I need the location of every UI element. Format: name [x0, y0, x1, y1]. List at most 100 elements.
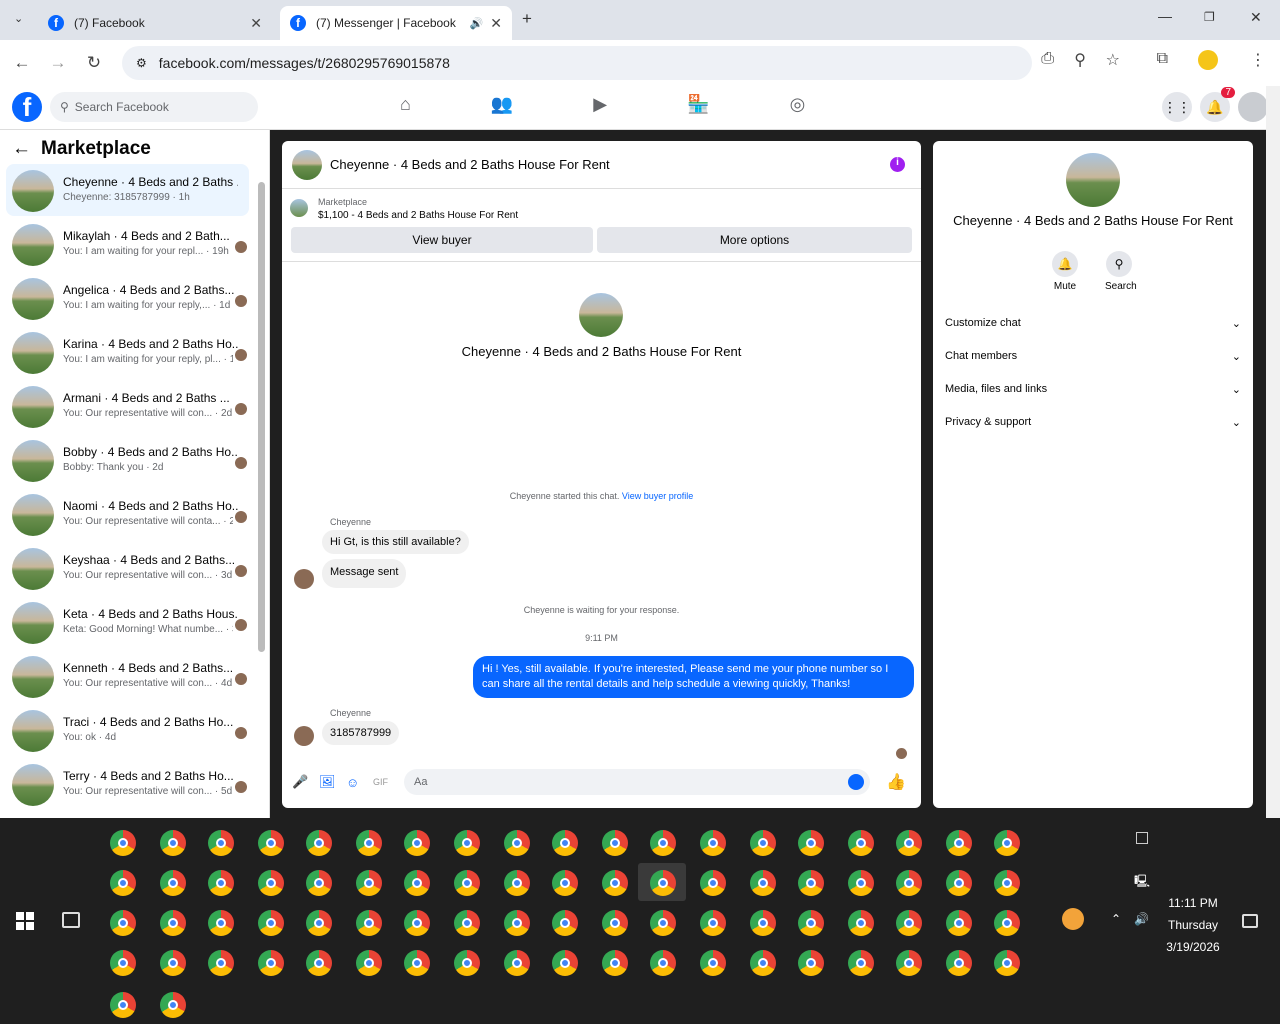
taskbar-app-icon[interactable]: [946, 870, 972, 896]
clock[interactable]: 11:11 PM Thursday 3/19/2026: [1148, 892, 1238, 958]
taskbar-app-icon[interactable]: [848, 910, 874, 936]
volume-icon[interactable]: 🔊: [1134, 912, 1149, 926]
taskbar-app-icon[interactable]: [896, 910, 922, 936]
taskbar-app-icon[interactable]: [258, 910, 284, 936]
incoming-message[interactable]: Message sent: [322, 559, 407, 588]
taskbar-app-icon[interactable]: [750, 910, 776, 936]
minimize-icon[interactable]: —: [1158, 8, 1172, 24]
taskbar-app-icon[interactable]: [504, 950, 530, 976]
taskbar-app-icon[interactable]: [208, 910, 234, 936]
taskbar-app-icon[interactable]: [700, 950, 726, 976]
audio-icon[interactable]: 🔊: [470, 17, 484, 30]
reload-icon[interactable]: ↻: [76, 53, 112, 73]
friends-icon[interactable]: 👥: [491, 94, 513, 115]
profile-icon[interactable]: [1198, 50, 1218, 70]
chat-list-item[interactable]: Keta · 4 Beds and 2 Baths Hous... Keta: G…: [6, 596, 249, 648]
taskbar-app-icon[interactable]: [848, 870, 874, 896]
view-buyer-button[interactable]: View buyer: [291, 227, 593, 253]
taskbar-app-icon[interactable]: [602, 870, 628, 896]
microphone-icon[interactable]: 🎤: [292, 774, 319, 790]
taskbar-app-icon[interactable]: [750, 950, 776, 976]
chat-list-item[interactable]: Cheyenne · 4 Beds and 2 Baths ... Cheyenn…: [6, 164, 249, 216]
taskbar-app-icon[interactable]: [896, 950, 922, 976]
listing-avatar[interactable]: [292, 149, 322, 180]
close-tab-icon[interactable]: ✕: [250, 15, 262, 32]
gif-icon[interactable]: GIF: [373, 777, 400, 787]
emoji-icon[interactable]: [848, 774, 864, 790]
groups-icon[interactable]: ◎: [790, 94, 806, 115]
chat-list-item[interactable]: Naomi · 4 Beds and 2 Baths Ho... You: Our…: [6, 488, 249, 540]
chat-list-item[interactable]: Terry · 4 Beds and 2 Baths Ho... You: Our…: [6, 758, 249, 810]
taskbar-app-icon[interactable]: [356, 950, 382, 976]
taskbar-app-icon[interactable]: [994, 950, 1020, 976]
taskbar-app-icon[interactable]: [798, 870, 824, 896]
taskbar-app-icon[interactable]: [160, 950, 186, 976]
taskbar-app-icon[interactable]: [208, 870, 234, 896]
tab-messenger[interactable]: f (7) Messenger | Facebook 🔊 ✕: [280, 6, 512, 40]
taskbar-app-icon[interactable]: [994, 870, 1020, 896]
taskbar-app-icon[interactable]: [356, 870, 382, 896]
taskbar-app-icon[interactable]: [700, 910, 726, 936]
taskbar-app-icon[interactable]: [160, 830, 186, 856]
taskbar-app-icon[interactable]: [504, 830, 530, 856]
chat-list-item[interactable]: Keyshaa · 4 Beds and 2 Baths... You: Our …: [6, 542, 249, 594]
taskbar-app-icon[interactable]: [848, 950, 874, 976]
incoming-message[interactable]: Hi Gt, is this still available?: [322, 530, 469, 554]
taskbar-app-icon[interactable]: [306, 950, 332, 976]
info-icon[interactable]: i: [890, 157, 905, 172]
taskbar-app-icon[interactable]: [110, 992, 136, 1018]
message-input[interactable]: Aa: [404, 769, 870, 795]
taskbar-app-icon[interactable]: [504, 870, 530, 896]
more-options-button[interactable]: More options: [597, 227, 912, 253]
taskbar-app-icon[interactable]: [798, 950, 824, 976]
facebook-logo[interactable]: f: [12, 92, 42, 122]
customize-chat-section[interactable]: Customize chat ⌄: [945, 317, 1241, 330]
weather-icon[interactable]: [1062, 908, 1084, 930]
taskbar-app-icon[interactable]: [896, 830, 922, 856]
image-icon[interactable]: 🖼: [319, 774, 346, 790]
tray-expand-icon[interactable]: ⌃: [1111, 912, 1121, 926]
taskbar-app-icon[interactable]: [650, 950, 676, 976]
browser-menu-icon[interactable]: ⋮: [1250, 50, 1266, 70]
chat-list-scrollbar[interactable]: [258, 182, 265, 652]
taskbar-app-icon[interactable]: [454, 950, 480, 976]
marketplace-icon[interactable]: 🏪: [687, 94, 709, 115]
chat-list-item[interactable]: Traci · 4 Beds and 2 Baths Ho... You: ok …: [6, 704, 249, 756]
taskbar-app-icon[interactable]: [602, 830, 628, 856]
forward-icon[interactable]: →: [40, 53, 76, 73]
conversation-title[interactable]: Cheyenne · 4 Beds and 2 Baths House For …: [330, 157, 610, 172]
chat-list-item[interactable]: Bobby · 4 Beds and 2 Baths Ho... Bobby: T…: [6, 434, 249, 486]
taskbar-app-icon[interactable]: [160, 870, 186, 896]
taskbar-app-icon[interactable]: [404, 910, 430, 936]
bookmark-star-icon[interactable]: ☆: [1106, 50, 1120, 70]
taskbar-app-icon[interactable]: [504, 910, 530, 936]
home-icon[interactable]: ⌂: [400, 94, 411, 115]
back-icon[interactable]: ←: [4, 53, 40, 73]
taskbar-app-icon[interactable]: [110, 950, 136, 976]
taskbar-app-icon[interactable]: [650, 830, 676, 856]
chat-list-item[interactable]: Mikaylah · 4 Beds and 2 Bath... You: I am…: [6, 218, 249, 270]
taskbar-app-icon[interactable]: [946, 950, 972, 976]
view-buyer-profile-link[interactable]: View buyer profile: [622, 491, 693, 501]
taskbar-app-icon[interactable]: [946, 910, 972, 936]
install-app-icon[interactable]: ⎙: [1041, 50, 1054, 68]
media-files-links-section[interactable]: Media, files and links ⌄: [945, 383, 1241, 396]
tab-search-icon[interactable]: ⌄: [14, 12, 23, 25]
taskbar-app-icon[interactable]: [404, 950, 430, 976]
outgoing-message[interactable]: Hi ! Yes, still available. If you're int…: [473, 656, 914, 698]
taskbar-app-icon[interactable]: [258, 950, 284, 976]
taskbar-app-icon[interactable]: [848, 830, 874, 856]
video-icon[interactable]: ▶: [593, 94, 607, 115]
chat-list-item[interactable]: Armani · 4 Beds and 2 Baths ... You: Our …: [6, 380, 249, 432]
taskbar-app-icon[interactable]: [356, 830, 382, 856]
taskbar-app-icon[interactable]: [650, 910, 676, 936]
sticker-icon[interactable]: ☺: [346, 775, 373, 790]
taskbar-app-icon[interactable]: [552, 870, 578, 896]
zoom-icon[interactable]: ⚲: [1074, 50, 1086, 70]
taskbar-app-icon[interactable]: [160, 992, 186, 1018]
taskbar-app-icon[interactable]: [750, 870, 776, 896]
taskbar-app-icon[interactable]: [454, 910, 480, 936]
menu-grid-button[interactable]: ⋮⋮: [1162, 92, 1192, 122]
page-scrollbar[interactable]: [1266, 86, 1280, 818]
taskbar-app-icon[interactable]: [602, 950, 628, 976]
